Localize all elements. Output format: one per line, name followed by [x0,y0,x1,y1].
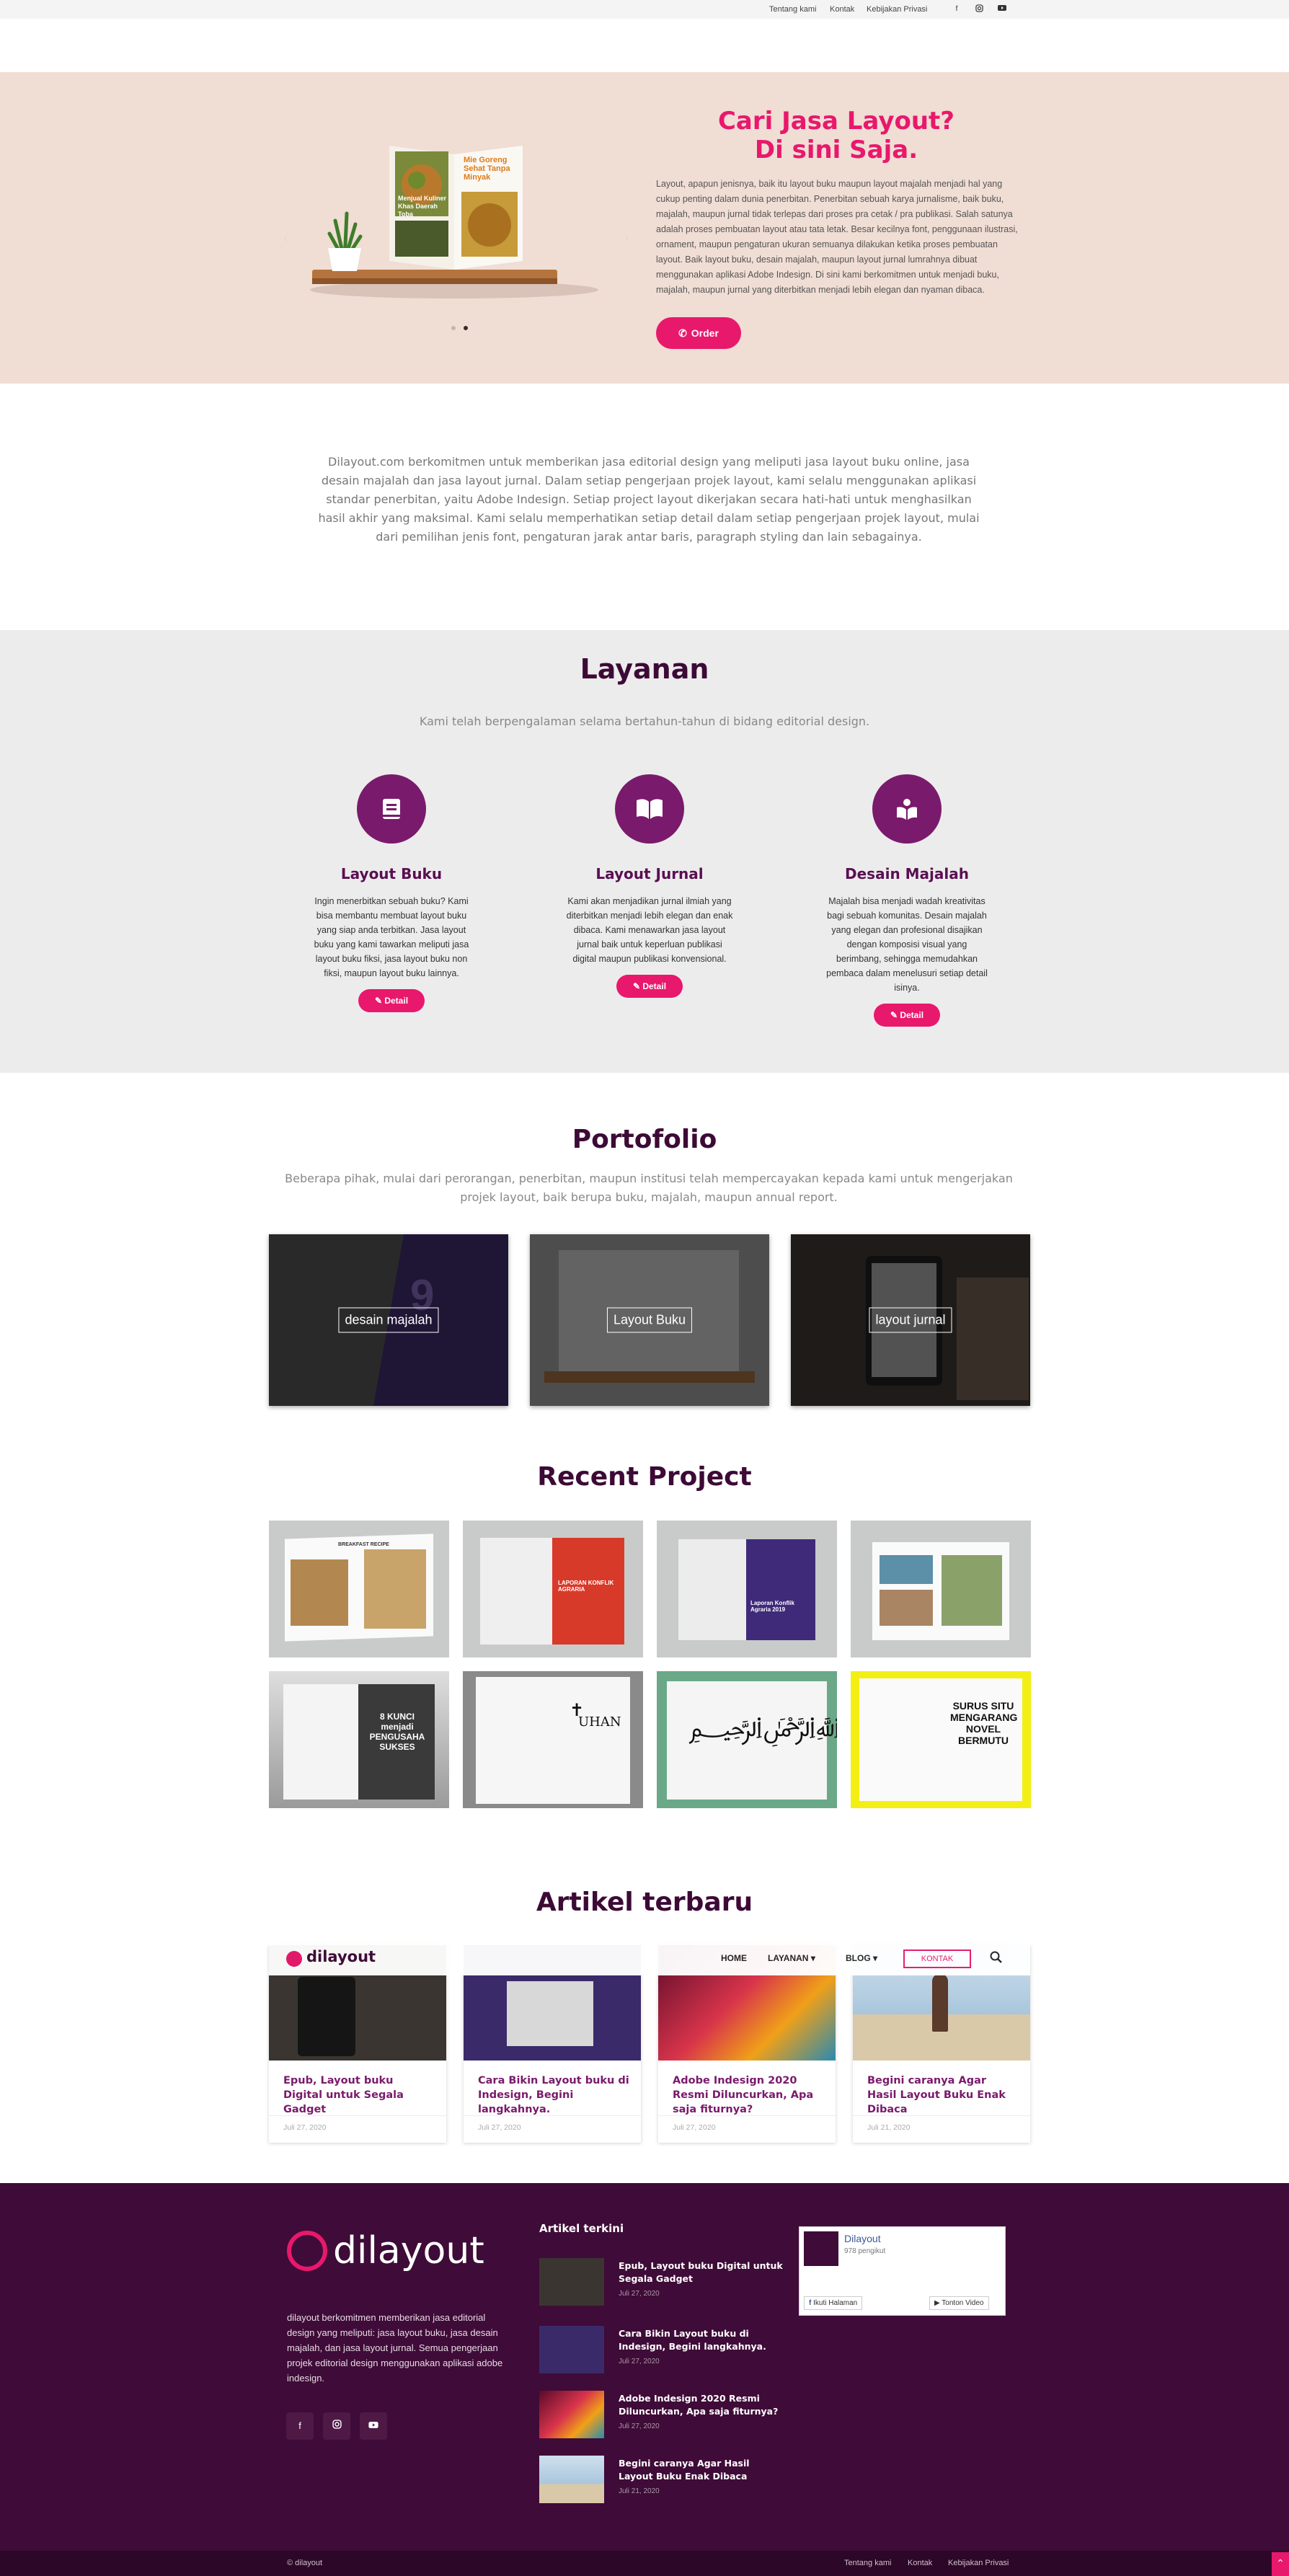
recent-title: Recent Project [537,1462,752,1492]
footer-about: dilayout berkomitmen memberikan jasa edi… [287,2312,503,2384]
service-desc: Kami akan menjadikan jurnal ilmiah yang … [566,896,733,964]
intro-text: Dilayout.com berkomitmen untuk memberika… [318,455,980,544]
detail-button-majalah[interactable]: ✎ Detail [874,1004,940,1027]
service-name: Layout Buku [340,865,443,882]
nav-layanan[interactable]: LAYANAN ▾ [768,1953,815,1963]
layanan-title: Layanan [580,653,709,685]
edit-icon: ✎ [374,996,385,1006]
top-bar: Tentang kami Kontak Kebijakan Privasi f [0,0,1289,19]
service-layout-jurnal: Layout Jurnal Kami akan menjadikan jurna… [566,774,733,998]
chevron-down-icon: ▾ [873,1953,878,1963]
order-label: Order [691,327,719,339]
book-icon [357,774,426,844]
recent-project-8[interactable]: SURUS SITU MENGARANG NOVEL BERMUTU [851,1671,1031,1808]
facebook-icon[interactable]: f [952,4,962,14]
chevron-up-icon: ⌃ [1276,2557,1285,2569]
hero-title-line2: Di sini Saja. [754,136,918,164]
recent-project-5[interactable]: 8 KUNCI menjadi PENGUSAHA SUKSES [269,1671,449,1808]
youtube-icon[interactable] [997,4,1007,14]
articles-title: Artikel terbaru [536,1887,753,1917]
layanan-subtitle: Kami telah berpengalaman selama bertahun… [419,714,870,728]
footer-logo-icon [287,2231,327,2271]
fb-page-name[interactable]: Dilayout [844,2233,881,2244]
chevron-down-icon: ▾ [810,1953,815,1963]
footer-link-privasi[interactable]: Kebijakan Privasi [948,2559,1009,2567]
recent-project-1[interactable]: BREAKFAST RECIPE [269,1521,449,1657]
nav-blog[interactable]: BLOG ▾ [846,1953,877,1963]
portfolio-title: Portofolio [572,1125,717,1154]
topbar-link-kontak[interactable]: Kontak [830,5,854,14]
fb-avatar [804,2231,838,2266]
footer-recent-title: Artikel terkini [539,2222,624,2235]
service-name: Layout Jurnal [595,865,704,882]
layanan-section: Layanan Kami telah berpengalaman selama … [0,630,1289,1073]
service-desc: Majalah bisa menjadi wadah kreativitas b… [826,896,988,993]
footer-link-kontak[interactable]: Kontak [908,2559,932,2567]
edit-icon: ✎ [632,981,643,991]
service-desc: Ingin menerbitkan sebuah buku? Kami bisa… [314,896,469,978]
reader-icon [872,774,942,844]
footer-logo: dilayout [333,2229,484,2272]
hero-section: ‹ › Menjual Kuliner Khas Daerah Toba Mie… [0,72,1289,384]
footer-link-tentang[interactable]: Tentang kami [844,2559,891,2567]
nav-logo[interactable]: dilayout [306,1948,376,1965]
portfolio-subtitle: Beberapa pihak, mulai dari perorangan, p… [285,1172,1013,1204]
fb-watch-button[interactable]: ▶ Tonton Video [929,2296,989,2310]
whatsapp-icon: ✆ [678,327,687,339]
search-icon[interactable] [990,1951,1003,1968]
topbar-link-tentang[interactable]: Tentang kami [769,5,816,14]
portfolio-label: desain majalah [338,1307,439,1333]
nav-home[interactable]: HOME [721,1953,747,1963]
portfolio-label: Layout Buku [606,1307,693,1333]
hero-title-line1: Cari Jasa Layout? [717,107,955,136]
logo-icon[interactable] [286,1951,302,1967]
recent-project-7[interactable]: ﷽ [657,1671,837,1808]
fb-follow-button[interactable]: f Ikuti Halaman [804,2296,863,2310]
detail-button-jurnal[interactable]: ✎ Detail [616,975,683,998]
hero-title: Cari Jasa Layout? Di sini Saja. [656,107,1016,164]
portfolio-desain-majalah[interactable]: 9 desain majalah [269,1234,508,1406]
hero-slider[interactable]: ‹ › Menjual Kuliner Khas Daerah Toba Mie… [278,105,631,373]
service-name: Desain Majalah [845,865,969,882]
slide-book-right-title: Mie Goreng Sehat Tanpa Minyak [464,156,510,182]
portfolio-layout-buku[interactable]: Layout Buku [530,1234,769,1406]
sticky-navbar: dilayout HOME LAYANAN ▾ BLOG ▾ KONTAK [269,1942,1030,1975]
footer: dilayout dilayout berkomitmen memberikan… [0,2183,1289,2551]
fb-followers: 978 pengikut [844,2247,886,2255]
slider-dot-1[interactable] [451,326,456,330]
instagram-icon[interactable] [974,4,984,14]
hero-description: Layout, apapun jenisnya, baik itu layout… [656,179,1018,295]
slide-book-illustration [310,146,598,298]
detail-button-buku[interactable]: ✎ Detail [358,989,425,1012]
slider-dot-2[interactable] [464,326,468,330]
footer-facebook-icon[interactable]: f [286,2412,314,2440]
facebook-page-widget[interactable]: Dilayout 978 pengikut f Ikuti Halaman ▶ … [799,2226,1006,2316]
scroll-top-button[interactable]: ⌃ [1272,2552,1289,2576]
open-book-icon [615,774,684,844]
slider-next-icon[interactable]: › [624,228,629,247]
service-layout-buku: Layout Buku Ingin menerbitkan sebuah buk… [308,774,475,1012]
kontak-button[interactable]: KONTAK [903,1949,971,1968]
slider-prev-icon[interactable]: ‹ [283,228,288,247]
copyright: © dilayout [287,2559,323,2567]
footer-youtube-icon[interactable] [360,2412,387,2440]
portfolio-layout-jurnal[interactable]: layout jurnal [791,1234,1030,1406]
portfolio-label: layout jurnal [869,1307,952,1333]
topbar-link-privasi[interactable]: Kebijakan Privasi [867,5,927,14]
recent-project-3[interactable]: Laporan Konflik Agraria 2019 [657,1521,837,1657]
recent-project-2[interactable]: LAPORAN KONFLIK AGRARIA [463,1521,643,1657]
recent-project-6[interactable]: ✝ UHAN [463,1671,643,1808]
recent-project-4[interactable] [851,1521,1031,1657]
edit-icon: ✎ [890,1010,900,1020]
video-icon: ▶ [934,2299,942,2307]
footer-instagram-icon[interactable] [323,2412,350,2440]
slide-book-left-title: Menjual Kuliner Khas Daerah Toba [398,195,447,218]
service-desain-majalah: Desain Majalah Majalah bisa menjadi wada… [823,774,991,1027]
order-button[interactable]: ✆ Order [656,317,741,349]
bottom-bar: © dilayout Tentang kami Kontak Kebijakan… [0,2551,1289,2576]
calligraphy-icon: ﷽ [688,1711,837,1743]
